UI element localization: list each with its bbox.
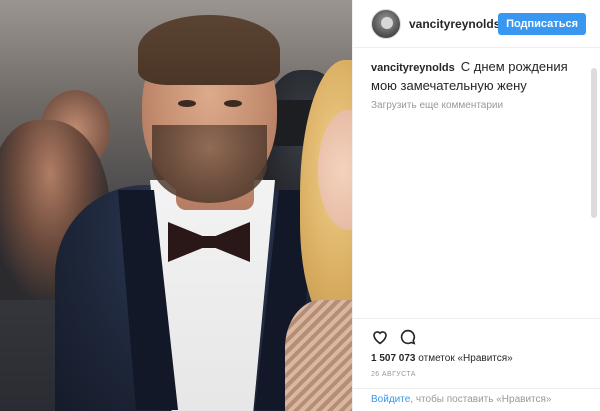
follow-button[interactable]: Подписаться [498, 13, 586, 35]
post-actions [353, 318, 600, 348]
photo-man-beard [152, 125, 267, 203]
post-side-panel: vancityreynolds ✓ Подписаться vancityrey… [352, 0, 600, 411]
comments-section: vancityreynolds С днем рождения мою замеч… [371, 58, 581, 111]
heart-icon[interactable] [371, 328, 389, 346]
login-prompt: Войдите, чтобы поставить «Нравится» [353, 388, 600, 411]
post-header: vancityreynolds ✓ Подписаться [353, 0, 600, 48]
photo-man-hair [138, 15, 280, 85]
likes-label: отметок «Нравится» [418, 353, 513, 364]
author-username[interactable]: vancityreynolds [409, 17, 500, 31]
likes-count[interactable]: 1 507 073 отметок «Нравится» [371, 353, 513, 364]
post-caption: vancityreynolds С днем рождения мою замеч… [371, 58, 581, 94]
post-date[interactable]: 26 августа [371, 371, 416, 378]
login-link[interactable]: Войдите [371, 394, 410, 405]
comments-scrollbar[interactable] [588, 48, 600, 298]
load-more-comments-link[interactable]: Загрузить еще комментарии [371, 100, 581, 111]
comment-bubble-icon[interactable] [399, 328, 417, 346]
instagram-post: vancityreynolds ✓ Подписаться vancityrey… [0, 0, 600, 411]
caption-username[interactable]: vancityreynolds [371, 62, 455, 74]
login-prompt-text: , чтобы поставить «Нравится» [410, 394, 552, 405]
post-photo[interactable] [0, 0, 352, 411]
likes-number: 1 507 073 [371, 353, 416, 364]
photo-woman-dress [285, 300, 352, 411]
scrollbar-thumb[interactable] [591, 68, 597, 218]
photo-man-eye [178, 100, 196, 107]
user-avatar-icon[interactable] [371, 8, 401, 39]
photo-man-eye [224, 100, 242, 107]
